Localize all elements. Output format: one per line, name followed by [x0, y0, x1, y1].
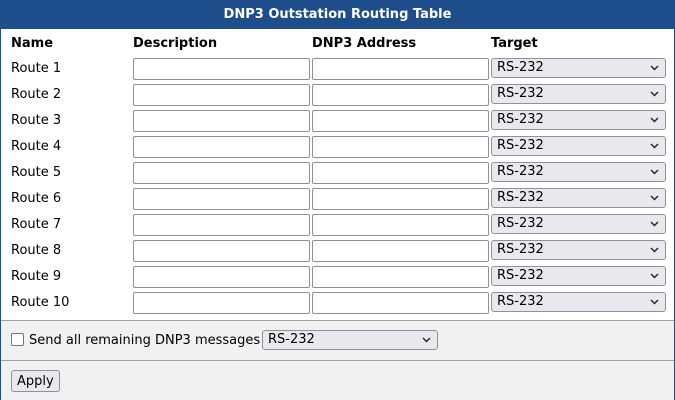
- route-target-select[interactable]: RS-232: [491, 240, 666, 260]
- chevron-down-icon: [650, 169, 659, 175]
- route-name: Route 7: [11, 217, 62, 232]
- route-target-select[interactable]: RS-232: [491, 266, 666, 286]
- apply-button[interactable]: Apply: [11, 370, 60, 392]
- actions-section: Apply: [1, 360, 674, 400]
- route-row: Route 9 RS-232: [1, 266, 674, 288]
- route-row: Route 3 RS-232: [1, 110, 674, 132]
- route-address-input[interactable]: [312, 214, 489, 236]
- chevron-down-icon: [650, 143, 659, 149]
- route-name: Route 1: [11, 61, 62, 76]
- chevron-down-icon: [650, 65, 659, 71]
- route-row: Route 7 RS-232: [1, 214, 674, 236]
- route-target-select[interactable]: RS-232: [491, 214, 666, 234]
- route-description-input[interactable]: [133, 84, 310, 106]
- route-target-select[interactable]: RS-232: [491, 292, 666, 312]
- column-header-address: DNP3 Address: [312, 36, 417, 51]
- route-description-input[interactable]: [133, 136, 310, 158]
- route-description-input[interactable]: [133, 188, 310, 210]
- route-name: Route 4: [11, 139, 62, 154]
- chevron-down-icon: [650, 221, 659, 227]
- route-name: Route 10: [11, 295, 70, 310]
- send-remaining-label: Send all remaining DNP3 messages to: [29, 333, 278, 348]
- route-target-value: RS-232: [497, 216, 544, 231]
- route-target-value: RS-232: [497, 190, 544, 205]
- route-description-input[interactable]: [133, 162, 310, 184]
- route-address-input[interactable]: [312, 292, 489, 314]
- column-header-name: Name: [11, 36, 54, 51]
- route-row: Route 5 RS-232: [1, 162, 674, 184]
- route-target-value: RS-232: [497, 86, 544, 101]
- chevron-down-icon: [650, 195, 659, 201]
- chevron-down-icon: [650, 91, 659, 97]
- route-row: Route 4 RS-232: [1, 136, 674, 158]
- route-target-select[interactable]: RS-232: [491, 188, 666, 208]
- route-target-value: RS-232: [497, 294, 544, 309]
- route-address-input[interactable]: [312, 188, 489, 210]
- chevron-down-icon: [650, 247, 659, 253]
- route-target-select[interactable]: RS-232: [491, 58, 666, 78]
- routing-table-panel: DNP3 Outstation Routing Table Name Descr…: [0, 0, 675, 400]
- route-description-input[interactable]: [133, 292, 310, 314]
- route-target-select[interactable]: RS-232: [491, 84, 666, 104]
- chevron-down-icon: [650, 299, 659, 305]
- route-row: Route 10 RS-232: [1, 292, 674, 314]
- route-address-input[interactable]: [312, 84, 489, 106]
- remaining-target-value: RS-232: [268, 332, 315, 347]
- column-header-description: Description: [133, 36, 218, 51]
- route-target-value: RS-232: [497, 112, 544, 127]
- send-remaining-checkbox[interactable]: [11, 333, 24, 346]
- panel-title: DNP3 Outstation Routing Table: [1, 1, 674, 29]
- route-description-input[interactable]: [133, 214, 310, 236]
- route-description-input[interactable]: [133, 58, 310, 80]
- route-target-value: RS-232: [497, 60, 544, 75]
- route-address-input[interactable]: [312, 266, 489, 288]
- chevron-down-icon: [422, 337, 431, 343]
- route-address-input[interactable]: [312, 240, 489, 262]
- route-row: Route 1 RS-232: [1, 58, 674, 80]
- remaining-target-select[interactable]: RS-232: [262, 330, 438, 350]
- column-header-target: Target: [491, 36, 538, 51]
- route-row: Route 6 RS-232: [1, 188, 674, 210]
- route-name: Route 5: [11, 165, 62, 180]
- route-target-value: RS-232: [497, 242, 544, 257]
- remaining-messages-section: Send all remaining DNP3 messages to RS-2…: [1, 320, 674, 360]
- route-name: Route 3: [11, 113, 62, 128]
- route-address-input[interactable]: [312, 110, 489, 132]
- route-name: Route 2: [11, 87, 62, 102]
- route-target-select[interactable]: RS-232: [491, 110, 666, 130]
- route-address-input[interactable]: [312, 162, 489, 184]
- route-address-input[interactable]: [312, 58, 489, 80]
- route-target-value: RS-232: [497, 268, 544, 283]
- route-description-input[interactable]: [133, 266, 310, 288]
- route-description-input[interactable]: [133, 240, 310, 262]
- chevron-down-icon: [650, 273, 659, 279]
- route-row: Route 2 RS-232: [1, 84, 674, 106]
- route-description-input[interactable]: [133, 110, 310, 132]
- route-name: Route 6: [11, 191, 62, 206]
- routing-table: Name Description DNP3 Address Target Rou…: [1, 29, 674, 320]
- route-target-value: RS-232: [497, 138, 544, 153]
- route-name: Route 9: [11, 269, 62, 284]
- route-target-select[interactable]: RS-232: [491, 162, 666, 182]
- route-name: Route 8: [11, 243, 62, 258]
- route-row: Route 8 RS-232: [1, 240, 674, 262]
- route-address-input[interactable]: [312, 136, 489, 158]
- route-target-select[interactable]: RS-232: [491, 136, 666, 156]
- chevron-down-icon: [650, 117, 659, 123]
- column-headers: Name Description DNP3 Address Target: [1, 36, 674, 52]
- route-target-value: RS-232: [497, 164, 544, 179]
